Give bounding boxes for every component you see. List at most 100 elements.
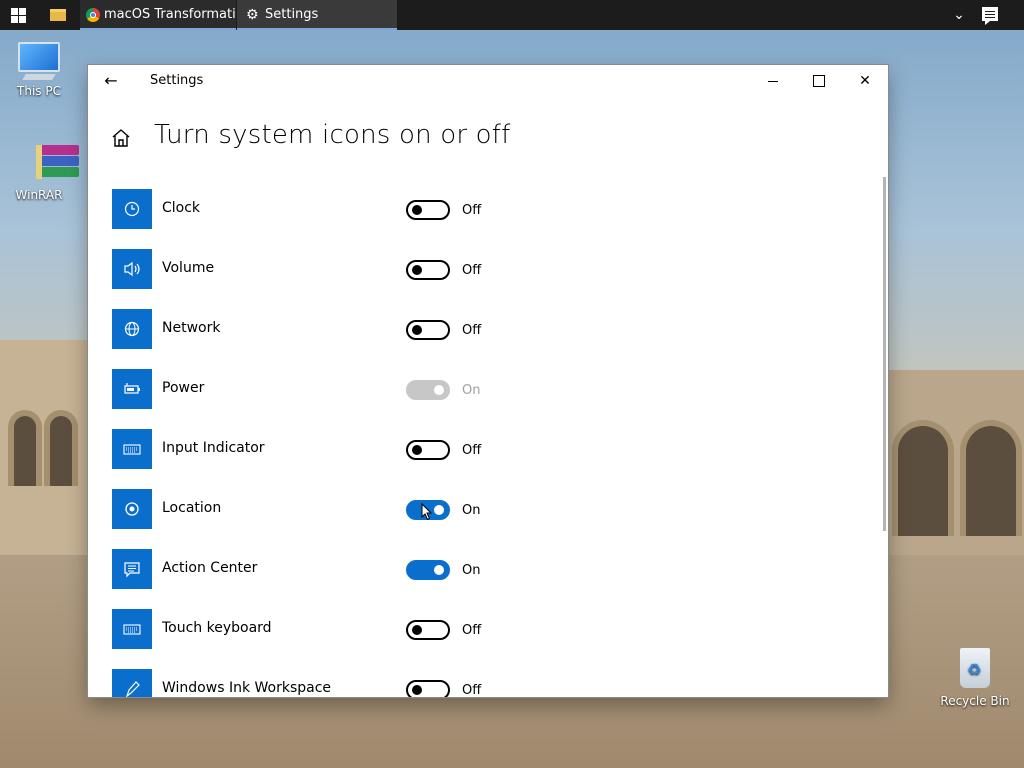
- computer-base: [22, 74, 56, 80]
- background-arch: [44, 410, 78, 486]
- maximize-button[interactable]: [796, 65, 842, 97]
- setting-label: Action Center: [162, 560, 258, 576]
- rar-strap: [36, 145, 42, 179]
- action-center-icon[interactable]: [982, 7, 998, 25]
- back-arrow-icon[interactable]: ←: [100, 71, 122, 91]
- toggle-knob: [434, 505, 444, 515]
- minimize-button[interactable]: [750, 65, 796, 97]
- windows-logo-pane: [19, 8, 26, 15]
- desktop-icon-recycle-bin[interactable]: Recycle Bin: [940, 648, 1010, 708]
- winrar-icon: [19, 145, 79, 179]
- settings-window: ← Settings ✕ Turn system icons on or off…: [88, 65, 888, 697]
- chevron-down-icon[interactable]: ⌄: [950, 6, 968, 24]
- clock-toggle[interactable]: [406, 200, 450, 220]
- setting-row-volume: Volume Off: [112, 249, 812, 289]
- recycle-bin-icon: [960, 648, 990, 688]
- toggle-state-text: On: [462, 503, 481, 518]
- desktop-icon-this-pc[interactable]: This PC: [4, 42, 74, 98]
- desktop-icon-label: This PC: [17, 84, 61, 98]
- taskbar-app-chrome[interactable]: macOS Transformatio...: [80, 0, 236, 30]
- setting-label: Network: [162, 320, 221, 336]
- page-title: Turn system icons on or off: [154, 120, 511, 150]
- volume-toggle[interactable]: [406, 260, 450, 280]
- desktop-icon-label: Recycle Bin: [940, 694, 1010, 708]
- toggle-knob: [412, 445, 422, 455]
- close-icon: ✕: [859, 73, 871, 89]
- toggle-state-text: Off: [462, 623, 482, 638]
- file-explorer-button[interactable]: [40, 0, 76, 30]
- taskbar-app-label: macOS Transformatio...: [104, 7, 236, 22]
- toggle-knob: [434, 565, 444, 575]
- rar-book: [39, 156, 79, 166]
- background-building-left: [0, 340, 90, 560]
- taskbar-app-label: Settings: [265, 7, 319, 22]
- toggle-knob: [412, 685, 422, 695]
- network-toggle[interactable]: [406, 320, 450, 340]
- toggle-knob: [412, 265, 422, 275]
- input-indicator-toggle[interactable]: [406, 440, 450, 460]
- minimize-icon: [768, 80, 778, 82]
- maximize-icon: [813, 75, 825, 87]
- battery-icon: [112, 369, 152, 409]
- pen-icon: [112, 669, 152, 697]
- setting-row-clock: Clock Off: [112, 189, 812, 229]
- computer-icon: [18, 42, 60, 72]
- setting-label: Windows Ink Workspace: [162, 680, 332, 696]
- notify-line: [985, 11, 995, 12]
- scrollbar[interactable]: [883, 177, 886, 531]
- windows-ink-toggle[interactable]: [406, 680, 450, 697]
- desktop-icon-label: WinRAR: [15, 188, 63, 202]
- power-toggle[interactable]: [406, 380, 450, 400]
- taskbar: macOS Transformatio... ⚙ Settings ⌄: [0, 0, 1024, 30]
- chrome-icon: [86, 8, 100, 22]
- windows-logo-pane: [19, 16, 26, 23]
- toggle-knob: [412, 325, 422, 335]
- clock-icon: [112, 189, 152, 229]
- folder-icon: [50, 9, 66, 21]
- setting-row-network: Network Off: [112, 309, 812, 349]
- setting-label: Touch keyboard: [162, 620, 272, 636]
- toggle-knob: [412, 205, 422, 215]
- setting-label: Power: [162, 380, 205, 396]
- setting-row-location: Location On: [112, 489, 812, 529]
- location-icon: [112, 489, 152, 529]
- toggle-state-text: Off: [462, 683, 482, 697]
- toggle-state-text: Off: [462, 263, 482, 278]
- setting-row-input-indicator: Input Indicator Off: [112, 429, 812, 469]
- volume-icon: [112, 249, 152, 289]
- setting-label: Volume: [162, 260, 215, 276]
- setting-label: Input Indicator: [162, 440, 265, 456]
- setting-row-windows-ink: Windows Ink Workspace Off: [112, 669, 812, 697]
- message-icon: [112, 549, 152, 589]
- taskbar-app-settings[interactable]: ⚙ Settings: [237, 0, 397, 30]
- background-arch: [892, 420, 954, 536]
- toggle-state-text: Off: [462, 203, 482, 218]
- setting-label: Location: [162, 500, 222, 516]
- background-arch: [8, 410, 42, 486]
- setting-label: Clock: [162, 200, 201, 216]
- toggle-state-text: Off: [462, 443, 482, 458]
- windows-logo-icon: [11, 8, 18, 15]
- gear-icon: ⚙: [246, 7, 259, 23]
- rar-book: [39, 167, 79, 177]
- touch-keyboard-toggle[interactable]: [406, 620, 450, 640]
- window-title: Settings: [150, 73, 204, 88]
- toggle-state-text: On: [462, 563, 481, 578]
- home-icon[interactable]: [110, 127, 132, 149]
- close-button[interactable]: ✕: [842, 65, 888, 97]
- background-building-right: [888, 370, 1024, 560]
- setting-row-touch-keyboard: Touch keyboard Off: [112, 609, 812, 649]
- windows-logo-pane: [11, 16, 18, 23]
- toggle-knob: [412, 625, 422, 635]
- notify-line: [985, 17, 995, 18]
- notify-line: [985, 14, 995, 15]
- title-bar[interactable]: ← Settings ✕: [88, 65, 888, 97]
- toggle-state-text: On: [462, 383, 481, 398]
- rar-book: [39, 145, 79, 155]
- start-button[interactable]: [0, 0, 36, 30]
- background-arch: [960, 420, 1022, 536]
- setting-row-action-center: Action Center On: [112, 549, 812, 589]
- action-center-toggle[interactable]: [406, 560, 450, 580]
- toggle-knob: [434, 385, 444, 395]
- desktop-icon-winrar[interactable]: WinRAR: [4, 145, 79, 202]
